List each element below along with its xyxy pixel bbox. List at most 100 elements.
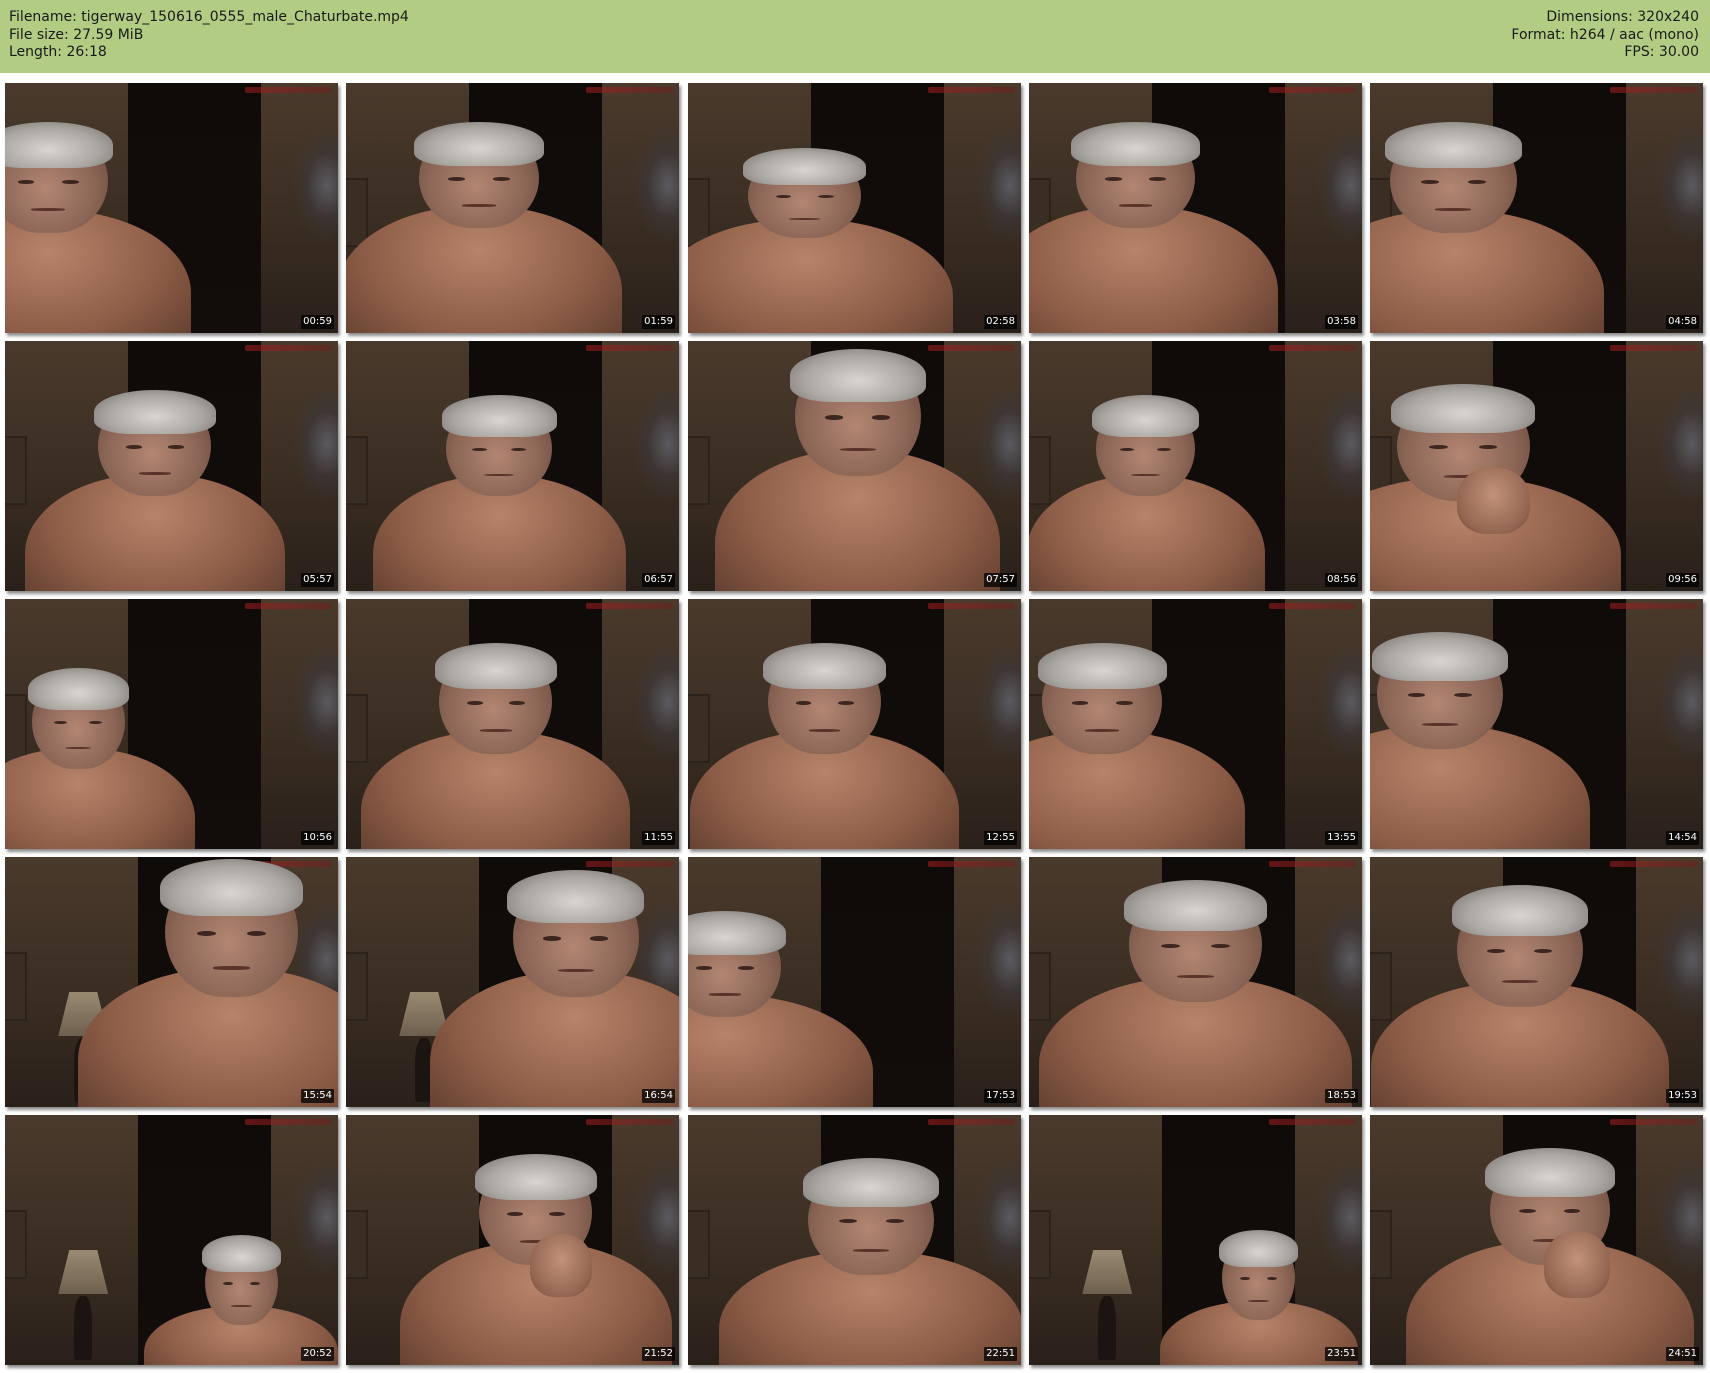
camera-watermark	[1269, 861, 1356, 867]
thumbnail-timestamp: 06:57	[642, 573, 675, 587]
lens-glare	[1315, 386, 1362, 501]
camera-watermark	[586, 345, 673, 351]
mouth	[1118, 204, 1153, 207]
person-hair	[789, 348, 927, 402]
video-thumbnail[interactable]: 17:53	[688, 857, 1021, 1107]
person-head	[1123, 880, 1268, 1002]
video-thumbnail[interactable]: 04:58	[1370, 83, 1703, 333]
video-thumbnail[interactable]: 10:56	[5, 599, 338, 849]
thumbnail-image	[1029, 341, 1362, 591]
mouth	[65, 746, 92, 750]
wall-picture-frame	[1029, 436, 1051, 505]
thumbnail-image	[688, 857, 1021, 1107]
person-head	[414, 122, 544, 228]
thumbnail-image	[5, 83, 338, 333]
thumbnail-timestamp: 20:52	[301, 1347, 334, 1361]
eye	[1563, 1209, 1581, 1214]
person-head	[201, 1234, 281, 1325]
video-thumbnail[interactable]: 12:55	[688, 599, 1021, 849]
lens-glare	[291, 1160, 338, 1275]
eye	[511, 447, 527, 452]
eye	[89, 720, 103, 725]
person-head	[802, 1158, 940, 1275]
camera-watermark	[1610, 861, 1697, 867]
eye	[590, 936, 609, 941]
person-face	[189, 919, 274, 987]
lens-glare	[1656, 644, 1703, 759]
person-face	[1097, 168, 1174, 220]
person-face	[1413, 170, 1494, 225]
video-thumbnail[interactable]: 15:54	[5, 857, 338, 1107]
person-face	[1479, 938, 1560, 998]
person-hair	[93, 390, 216, 434]
person-hand	[530, 1233, 593, 1297]
mouth	[479, 729, 512, 732]
video-thumbnail[interactable]: 00:59	[5, 83, 338, 333]
file-size-line: File size: 27.59 MiB	[9, 26, 144, 43]
video-thumbnail[interactable]: 16:54	[346, 857, 679, 1107]
wall-picture-frame	[1029, 1210, 1051, 1279]
wall-picture-frame	[5, 1210, 27, 1279]
person-head	[763, 642, 886, 754]
person-head	[507, 869, 645, 997]
video-thumbnail[interactable]: 08:56	[1029, 341, 1362, 591]
video-thumbnail[interactable]: 05:57	[5, 341, 338, 591]
eye	[1104, 177, 1122, 181]
video-thumbnail[interactable]: 19:53	[1370, 857, 1703, 1107]
video-thumbnail[interactable]: 21:52	[346, 1115, 679, 1365]
wall-picture-frame	[1370, 952, 1392, 1021]
person-head	[159, 859, 304, 997]
video-thumbnail[interactable]: 03:58	[1029, 83, 1362, 333]
mouth	[138, 472, 171, 475]
person-face	[48, 712, 108, 761]
person-hair	[474, 1153, 597, 1200]
person-head	[743, 147, 866, 238]
wall-picture-frame	[346, 952, 368, 1021]
video-thumbnail[interactable]: 06:57	[346, 341, 679, 591]
thumbnail-image	[1370, 341, 1703, 591]
eye	[125, 445, 142, 449]
person-head	[93, 390, 216, 496]
lens-glare	[632, 644, 679, 759]
camera-watermark	[245, 603, 332, 609]
video-thumbnail[interactable]: 22:51	[688, 1115, 1021, 1365]
wall-picture-frame	[346, 436, 368, 505]
eye	[1267, 1276, 1278, 1281]
video-thumbnail[interactable]: 20:52	[5, 1115, 338, 1365]
video-thumbnail[interactable]: 11:55	[346, 599, 679, 849]
eye	[885, 1219, 904, 1224]
video-thumbnail[interactable]: 07:57	[688, 341, 1021, 591]
thumbnail-timestamp: 21:52	[642, 1347, 675, 1361]
eye	[466, 700, 483, 705]
video-thumbnail[interactable]: 14:54	[1370, 599, 1703, 849]
mouth	[839, 447, 876, 451]
eye	[1407, 693, 1426, 698]
video-thumbnail[interactable]: 24:51	[1370, 1115, 1703, 1365]
file-info-left: Filename: tigerway_150616_0555_male_Chat…	[9, 9, 409, 62]
eye	[1149, 177, 1167, 181]
person-hair	[201, 1234, 281, 1273]
eye	[543, 936, 562, 941]
mouth	[1085, 729, 1120, 732]
person-hair	[507, 869, 645, 923]
thumbnail-timestamp: 19:53	[1666, 1089, 1699, 1103]
wall-picture-frame	[5, 694, 27, 763]
video-thumbnail[interactable]: 02:58	[688, 83, 1021, 333]
thumbnail-timestamp: 14:54	[1666, 831, 1699, 845]
eye	[775, 194, 792, 199]
thumbnail-image	[1029, 83, 1362, 333]
video-thumbnail[interactable]: 01:59	[346, 83, 679, 333]
thumbnail-timestamp: 24:51	[1666, 1347, 1699, 1361]
eye	[737, 966, 754, 970]
lens-glare	[974, 644, 1021, 759]
video-thumbnail[interactable]: 23:51	[1029, 1115, 1362, 1365]
lens-glare	[1656, 128, 1703, 243]
person-hair	[434, 642, 557, 689]
person-face	[788, 691, 860, 746]
video-thumbnail[interactable]: 09:56	[1370, 341, 1703, 591]
person-face	[460, 691, 532, 746]
wall-picture-frame	[688, 694, 710, 763]
video-thumbnail[interactable]: 18:53	[1029, 857, 1362, 1107]
eye	[1429, 445, 1448, 450]
video-thumbnail[interactable]: 13:55	[1029, 599, 1362, 849]
